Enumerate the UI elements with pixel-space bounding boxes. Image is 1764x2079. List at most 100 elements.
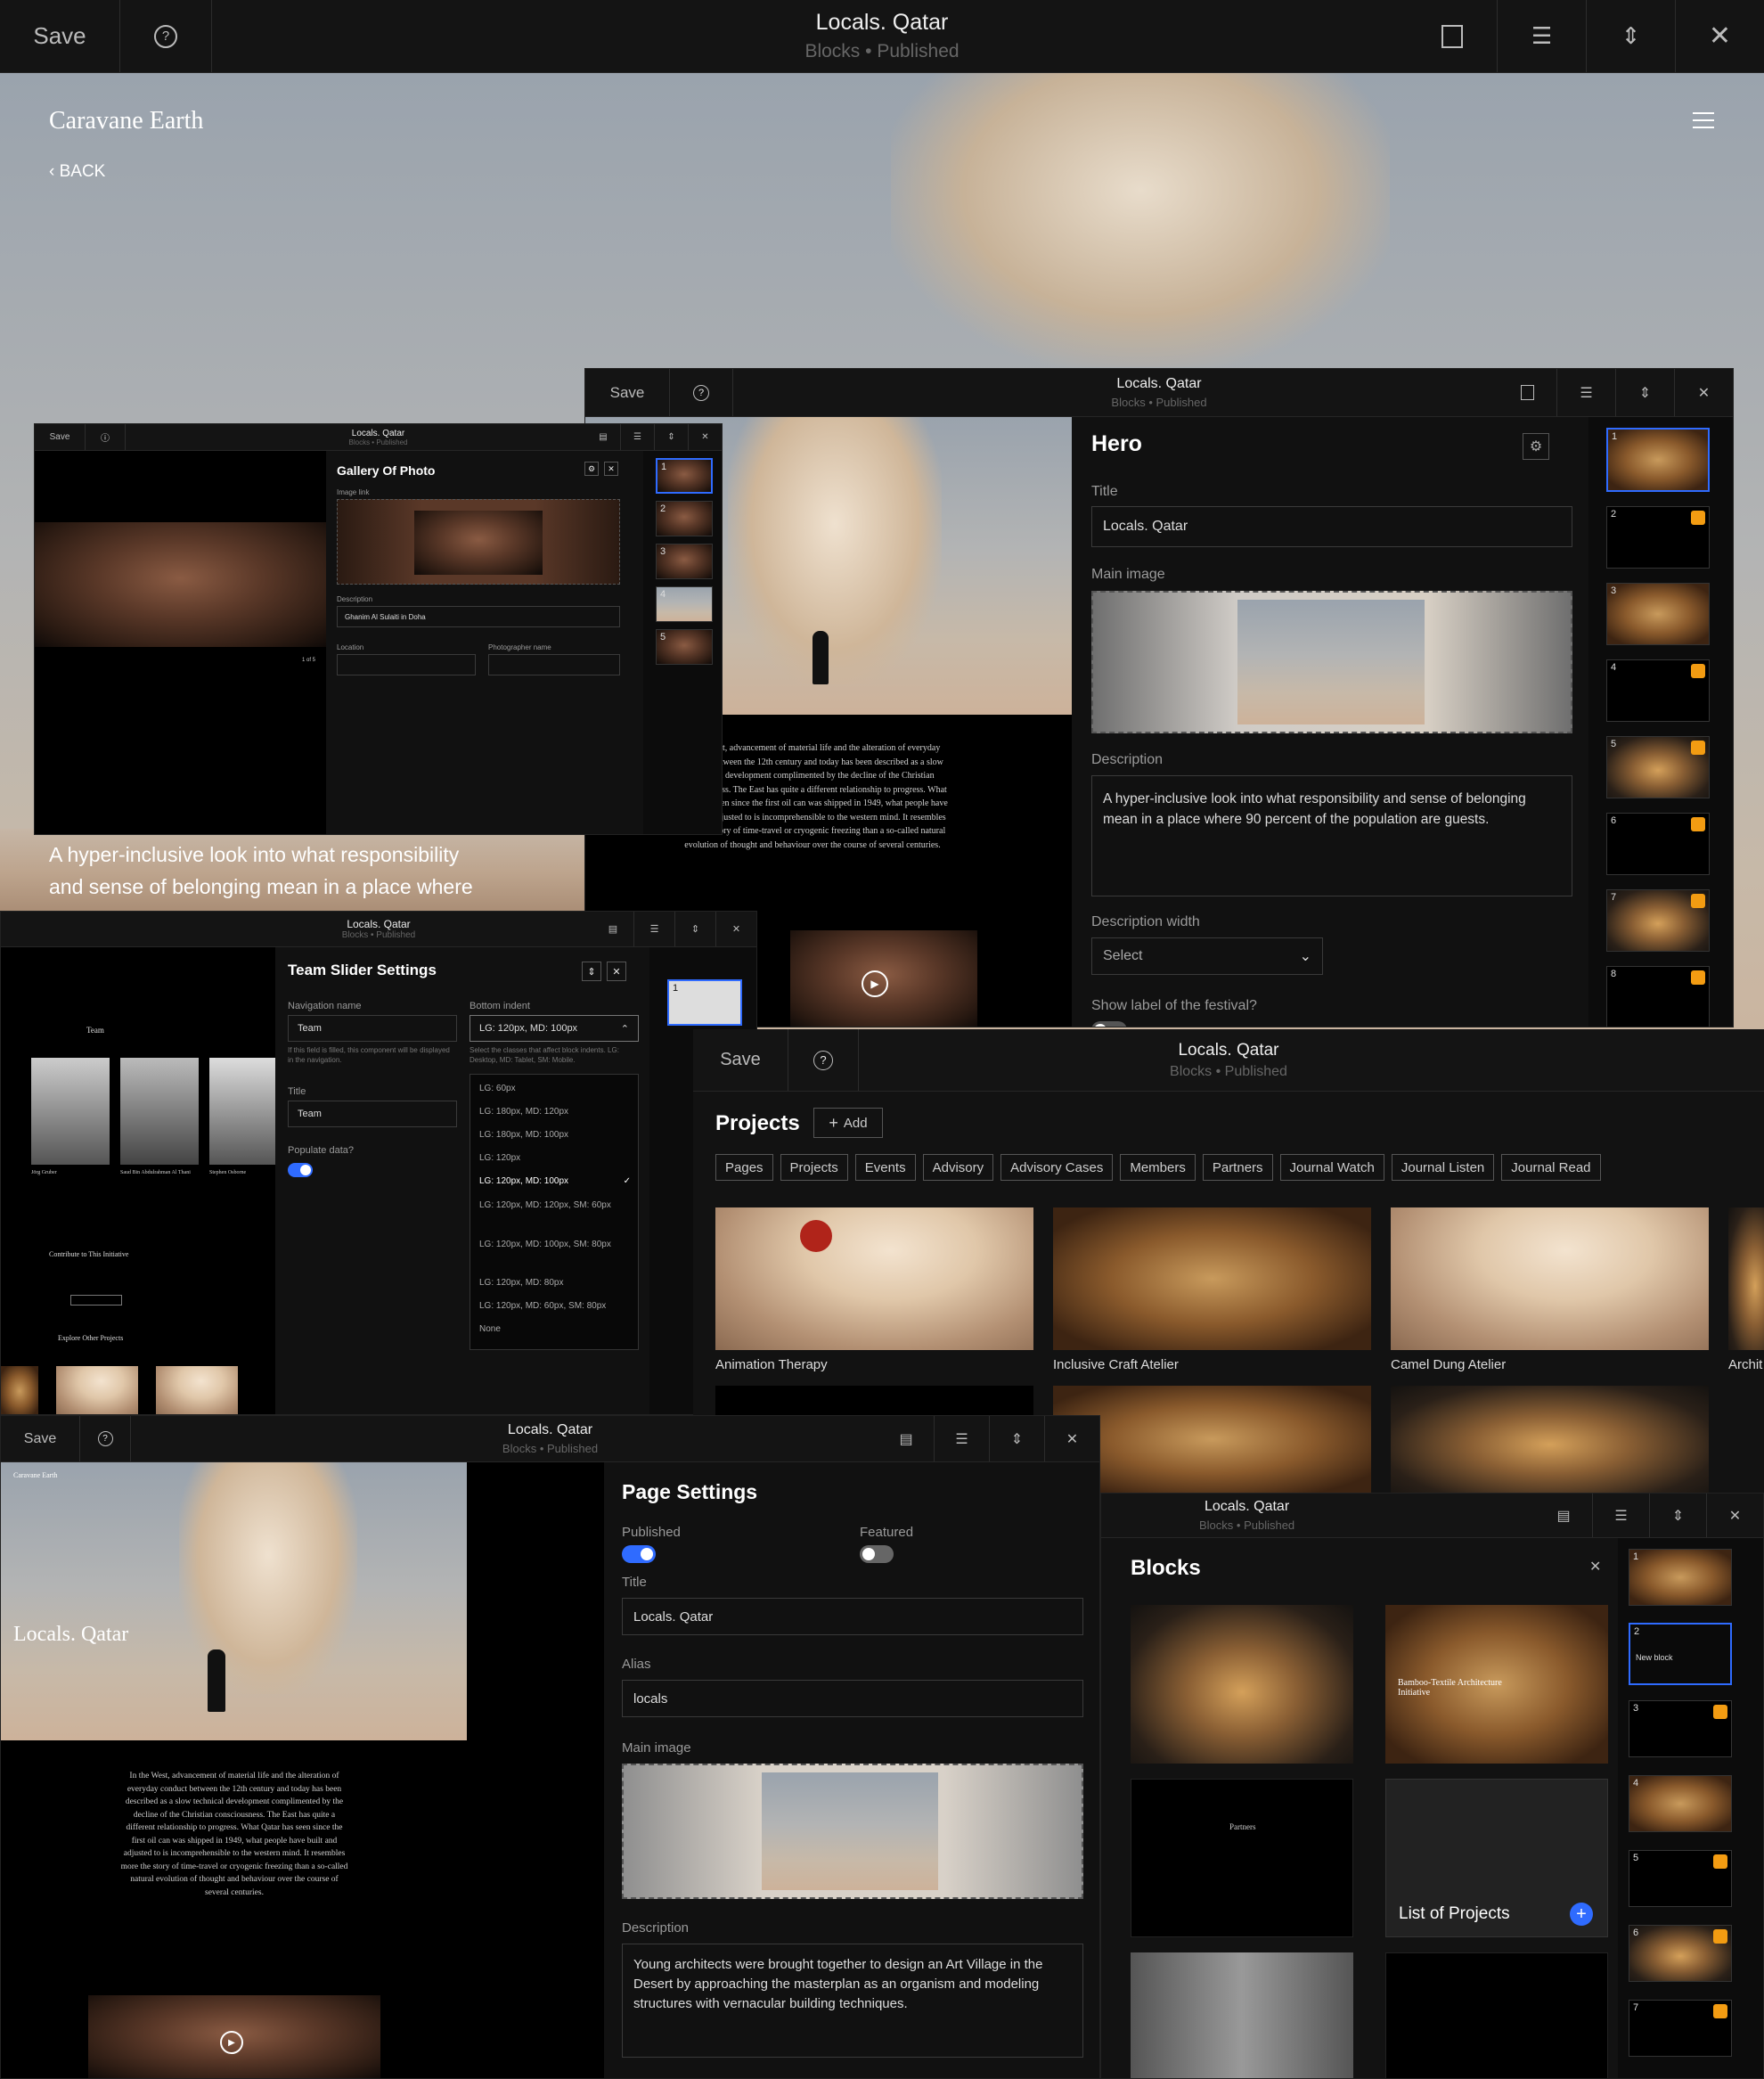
title-input[interactable]: Locals. Qatar xyxy=(1091,506,1572,547)
close-blocks-button[interactable]: ✕ xyxy=(1589,1558,1601,1576)
close-button[interactable]: ✕ xyxy=(715,912,756,946)
save-button[interactable]: Save xyxy=(585,384,669,402)
project-card-title[interactable]: Inclusive Craft Atelier xyxy=(1053,1357,1179,1372)
block-thumb[interactable]: 1 xyxy=(667,979,742,1026)
save-button[interactable]: Save xyxy=(35,432,85,442)
video-thumbnail[interactable]: ▶ xyxy=(88,1995,380,2078)
document-button[interactable] xyxy=(1408,0,1497,72)
close-button[interactable]: ✕ xyxy=(1706,1494,1763,1537)
dropdown-option[interactable]: LG: 180px, MD: 120px xyxy=(479,1107,568,1117)
dropdown-option[interactable]: LG: 120px, MD: 60px, SM: 80px xyxy=(479,1301,606,1311)
filter-settings-button[interactable]: ☰ xyxy=(1592,1494,1649,1537)
block-template[interactable]: Bamboo-Textile Architecture Initiative xyxy=(1385,1605,1608,1764)
dropdown-option[interactable]: LG: 120px, MD: 80px xyxy=(479,1278,564,1288)
project-card-title[interactable]: Animation Therapy xyxy=(715,1357,828,1372)
bottom-indent-select[interactable]: LG: 120px, MD: 100px ⌃ xyxy=(470,1015,639,1042)
title-input[interactable]: Team xyxy=(288,1101,457,1127)
project-thumb[interactable] xyxy=(56,1366,138,1414)
spacing-button[interactable]: ⇕ xyxy=(674,912,715,946)
gallery-thumb[interactable]: 1 xyxy=(656,458,713,494)
block-template[interactable]: Partners xyxy=(1131,1779,1353,1937)
dropdown-option[interactable]: LG: 120px, MD: 100px, SM: 80px xyxy=(479,1239,631,1250)
image-dropzone[interactable] xyxy=(337,499,620,585)
spacing-button[interactable]: ⇕ xyxy=(1649,1494,1706,1537)
block-thumb[interactable]: 5 xyxy=(1606,736,1710,798)
block-thumb[interactable]: 2 New block xyxy=(1629,1623,1732,1685)
brand-logo[interactable]: Caravane Earth xyxy=(49,107,203,135)
populate-toggle[interactable] xyxy=(288,1163,313,1177)
back-link[interactable]: ‹ BACK xyxy=(49,162,105,182)
help-button[interactable]: ? xyxy=(80,1431,130,1446)
main-image-dropzone[interactable] xyxy=(622,1764,1083,1899)
filter-settings-button[interactable]: ☰ xyxy=(1497,0,1586,72)
title-input[interactable]: Locals. Qatar xyxy=(622,1598,1083,1635)
close-panel-button[interactable]: ✕ xyxy=(604,462,618,476)
block-template[interactable] xyxy=(1131,1952,1353,2078)
dropdown-option[interactable]: LG: 120px xyxy=(479,1153,520,1163)
spacing-button[interactable]: ⇕ xyxy=(989,1416,1044,1461)
save-button[interactable]: Save xyxy=(0,22,119,50)
document-button[interactable]: ▤ xyxy=(586,424,620,450)
block-thumb[interactable]: 7 xyxy=(1606,889,1710,952)
project-card-image[interactable] xyxy=(715,1207,1033,1350)
description-textarea[interactable]: Young architects were brought together t… xyxy=(622,1944,1083,2058)
block-template[interactable] xyxy=(1385,1952,1608,2078)
help-button[interactable]: ? xyxy=(788,1050,858,1070)
filter-settings-button[interactable]: ☰ xyxy=(1556,369,1615,416)
tab-events[interactable]: Events xyxy=(854,1154,916,1181)
project-thumb[interactable] xyxy=(156,1366,238,1414)
nav-name-input[interactable]: Team xyxy=(288,1015,457,1042)
block-thumb[interactable]: 3 xyxy=(1606,583,1710,645)
festival-toggle[interactable] xyxy=(1091,1021,1127,1027)
block-thumb[interactable]: 4 xyxy=(1606,659,1710,722)
spacing-button[interactable]: ⇕ xyxy=(1615,369,1674,416)
photographer-input[interactable] xyxy=(488,654,620,675)
block-thumb[interactable]: 6 xyxy=(1629,1925,1732,1982)
filter-settings-button[interactable]: ☰ xyxy=(620,424,654,450)
document-button[interactable]: ▤ xyxy=(592,912,633,946)
tab-journal-listen[interactable]: Journal Listen xyxy=(1391,1154,1495,1181)
tab-partners[interactable]: Partners xyxy=(1202,1154,1273,1181)
project-card-image[interactable] xyxy=(1728,1207,1764,1350)
tab-projects[interactable]: Projects xyxy=(780,1154,848,1181)
tab-journal-read[interactable]: Journal Read xyxy=(1501,1154,1601,1181)
block-template[interactable] xyxy=(1131,1605,1353,1764)
project-card-image[interactable] xyxy=(1053,1207,1371,1350)
hamburger-menu-icon[interactable] xyxy=(1693,112,1714,128)
document-button[interactable]: ▤ xyxy=(1535,1494,1592,1537)
dropdown-option[interactable]: None xyxy=(479,1324,501,1334)
settings-button[interactable]: ⚙ xyxy=(584,462,599,476)
close-button[interactable]: ✕ xyxy=(1674,369,1733,416)
close-button[interactable]: ✕ xyxy=(688,424,722,450)
block-thumb[interactable]: 3 xyxy=(1629,1700,1732,1757)
project-thumb[interactable] xyxy=(1,1366,38,1414)
tab-advisory-cases[interactable]: Advisory Cases xyxy=(1000,1154,1114,1181)
gallery-thumb[interactable]: 4 xyxy=(656,586,713,622)
help-button[interactable]: ⓘ xyxy=(86,430,125,444)
project-card-image[interactable] xyxy=(1391,1207,1709,1350)
gallery-thumb[interactable]: 5 xyxy=(656,629,713,665)
help-button[interactable]: ? xyxy=(670,384,732,401)
project-card-image[interactable] xyxy=(1053,1386,1371,1493)
document-button[interactable] xyxy=(1498,369,1556,416)
block-thumb[interactable]: 6 xyxy=(1606,813,1710,875)
project-card-title[interactable]: Archit xyxy=(1728,1357,1762,1372)
dropdown-option[interactable]: LG: 120px, MD: 120px, SM: 60px xyxy=(479,1199,631,1211)
spacing-button[interactable]: ⇕ xyxy=(654,424,688,450)
spacing-panel-button[interactable]: ⇕ xyxy=(582,962,601,981)
close-button[interactable]: ✕ xyxy=(1675,0,1764,72)
block-thumb[interactable]: 4 xyxy=(1629,1775,1732,1832)
dropdown-option[interactable]: LG: 60px xyxy=(479,1084,516,1093)
gallery-thumb[interactable]: 3 xyxy=(656,544,713,579)
contribute-button[interactable] xyxy=(70,1295,122,1306)
tab-members[interactable]: Members xyxy=(1120,1154,1196,1181)
add-button[interactable]: + Add xyxy=(813,1108,883,1138)
save-button[interactable]: Save xyxy=(693,1050,788,1070)
save-button[interactable]: Save xyxy=(1,1431,79,1447)
block-thumb[interactable]: 7 xyxy=(1629,2000,1732,2057)
block-thumb[interactable]: 5 xyxy=(1629,1850,1732,1907)
alias-input[interactable]: locals xyxy=(622,1680,1083,1717)
block-thumb[interactable]: 1 xyxy=(1629,1549,1732,1606)
block-thumb[interactable]: 2 xyxy=(1606,506,1710,569)
project-card-title[interactable]: Camel Dung Atelier xyxy=(1391,1357,1506,1372)
